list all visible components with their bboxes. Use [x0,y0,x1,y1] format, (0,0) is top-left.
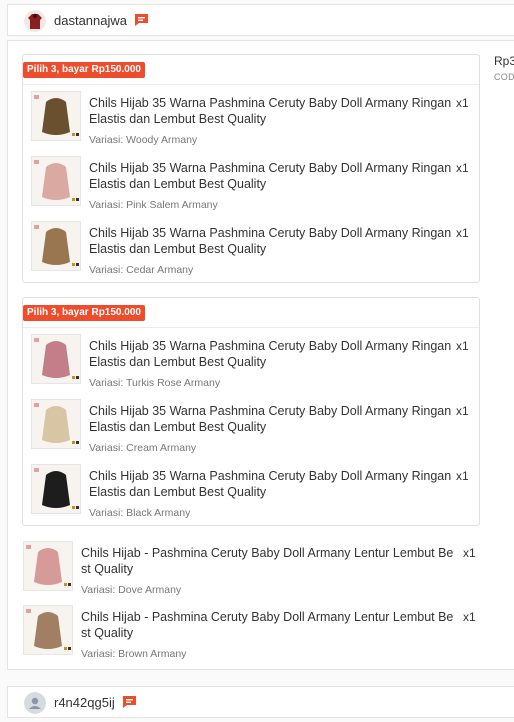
order-price: Rp3 [494,54,514,68]
list-item[interactable]: Chils Hijab - Pashmina Ceruty Baby Doll … [23,605,478,665]
product-title[interactable]: Chils Hijab 35 Warna Pashmina Ceruty Bab… [89,339,461,370]
variant-label: Variasi: Brown Armany [81,648,187,660]
product-thumbnail[interactable] [23,541,73,591]
product-title[interactable]: Chils Hijab 35 Warna Pashmina Ceruty Bab… [89,96,461,127]
order-summary: Rp3 COD [494,54,514,82]
quantity: x1 [456,226,469,240]
shop-avatar[interactable] [24,10,46,32]
product-thumbnail[interactable] [23,605,73,655]
chat-bubble-icon[interactable] [134,13,149,27]
bundle-promo-badge: Pilih 3, bayar Rp150.000 [23,305,145,321]
product-title[interactable]: Chils Hijab 35 Warna Pashmina Ceruty Bab… [89,404,461,435]
product-thumbnail[interactable] [31,464,81,514]
product-thumbnail[interactable] [31,399,81,449]
shop-name[interactable]: r4n42qg5ij [54,695,115,710]
shop-name[interactable]: dastannajwa [54,13,127,28]
list-item[interactable]: Chils Hijab 35 Warna Pashmina Ceruty Bab… [31,156,471,216]
quantity: x1 [463,546,476,560]
product-title[interactable]: Chils Hijab 35 Warna Pashmina Ceruty Bab… [89,226,461,257]
list-item[interactable]: Chils Hijab 35 Warna Pashmina Ceruty Bab… [31,221,471,281]
list-item[interactable]: Chils Hijab 35 Warna Pashmina Ceruty Bab… [31,334,471,394]
variant-label: Variasi: Turkis Rose Armany [89,377,221,389]
quantity: x1 [456,96,469,110]
list-item[interactable]: Chils Hijab 35 Warna Pashmina Ceruty Bab… [31,91,471,151]
divider [23,327,479,328]
quantity: x1 [456,161,469,175]
payment-method: COD [494,72,514,82]
variant-label: Variasi: Black Armany [89,507,191,519]
product-thumbnail[interactable] [31,334,81,384]
quantity: x1 [456,339,469,353]
chat-bubble-icon[interactable] [122,695,137,709]
product-thumbnail[interactable] [31,221,81,271]
divider [23,84,479,85]
variant-label: Variasi: Cedar Armany [89,264,194,276]
shop-header: dastannajwa [7,4,514,36]
user-icon[interactable] [24,692,46,714]
product-thumbnail[interactable] [31,91,81,141]
quantity: x1 [456,469,469,483]
variant-label: Variasi: Cream Armany [89,442,197,454]
product-title[interactable]: Chils Hijab 35 Warna Pashmina Ceruty Bab… [89,161,461,192]
quantity: x1 [463,610,476,624]
shop-header: r4n42qg5ij [7,686,514,718]
variant-label: Variasi: Woody Armany [89,134,198,146]
product-title[interactable]: Chils Hijab - Pashmina Ceruty Baby Doll … [81,546,461,577]
quantity: x1 [456,404,469,418]
variant-label: Variasi: Pink Salem Armany [89,199,218,211]
product-title[interactable]: Chils Hijab 35 Warna Pashmina Ceruty Bab… [89,469,461,500]
variant-label: Variasi: Dove Armany [81,584,182,596]
list-item[interactable]: Chils Hijab 35 Warna Pashmina Ceruty Bab… [31,399,471,459]
list-item[interactable]: Chils Hijab - Pashmina Ceruty Baby Doll … [23,541,478,601]
product-thumbnail[interactable] [31,156,81,206]
bundle-promo-badge: Pilih 3, bayar Rp150.000 [23,62,145,78]
list-item[interactable]: Chils Hijab 35 Warna Pashmina Ceruty Bab… [31,464,471,524]
product-title[interactable]: Chils Hijab - Pashmina Ceruty Baby Doll … [81,610,461,641]
